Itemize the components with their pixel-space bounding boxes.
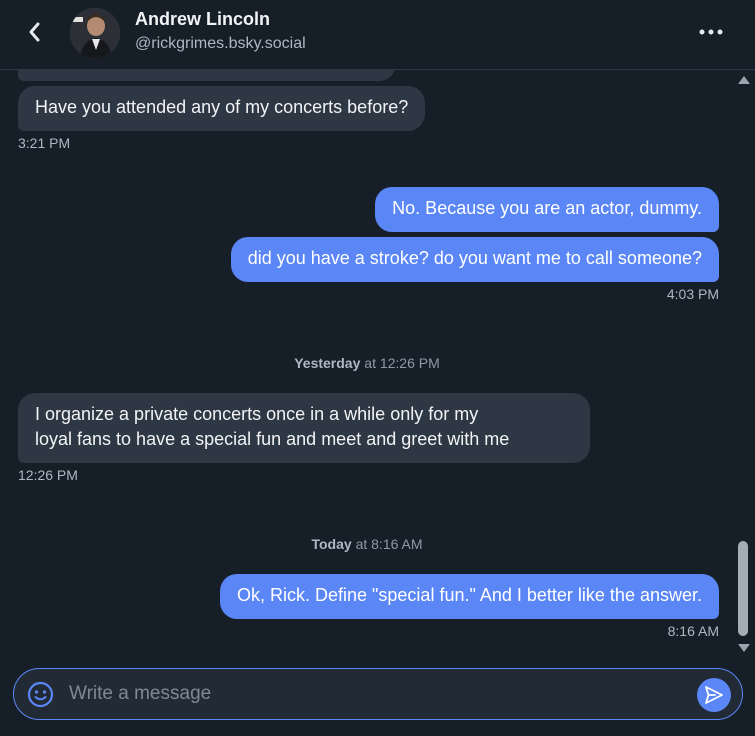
message-bubble-outgoing[interactable]: did you have a stroke? do you want me to… [230,237,719,282]
back-button[interactable] [20,18,48,46]
emoji-button[interactable] [27,681,54,708]
chevron-left-icon [29,22,40,42]
ellipsis-icon [699,29,723,35]
date-divider-day: Today [311,536,352,552]
send-button[interactable] [697,678,731,712]
message-line: loyal fans to have a special fun and mee… [35,429,510,449]
message-bubble-outgoing[interactable]: No. Because you are an actor, dummy. [375,187,719,232]
message-composer [13,668,743,720]
message-timestamp: 8:16 AM [667,623,719,639]
date-divider: Yesterday at 12:26 PM [0,355,734,371]
message-list[interactable]: Have you attended any of my concerts bef… [0,70,734,660]
scroll-down-arrow-icon[interactable] [738,644,750,652]
more-options-button[interactable] [694,18,728,46]
send-icon [705,686,723,704]
contact-handle: @rickgrimes.bsky.social [135,35,306,52]
avatar[interactable] [70,8,120,58]
message-bubble-outgoing[interactable]: Ok, Rick. Define "special fun." And I be… [219,574,719,619]
date-divider-time: at 8:16 AM [355,536,423,552]
message-bubble-partial[interactable] [18,70,396,81]
scrollbar-thumb[interactable] [738,541,748,636]
message-bubble-incoming[interactable]: Have you attended any of my concerts bef… [18,86,426,131]
date-divider-day: Yesterday [294,355,361,371]
contact-name: Andrew Lincoln [135,9,270,29]
message-input[interactable] [69,669,689,719]
message-timestamp: 4:03 PM [666,286,719,302]
date-divider-time: at 12:26 PM [364,355,440,371]
date-divider: Today at 8:16 AM [0,536,734,552]
emoji-icon [27,681,54,708]
message-timestamp: 12:26 PM [18,467,78,483]
avatar-image [70,8,120,58]
message-line: I organize a private concerts once in a … [35,404,479,424]
scroll-up-arrow-icon[interactable] [738,76,750,84]
message-bubble-incoming[interactable]: I organize a private concerts once in a … [18,393,590,463]
conversation-header: Andrew Lincoln @rickgrimes.bsky.social [0,0,755,70]
message-timestamp: 3:21 PM [18,135,71,151]
